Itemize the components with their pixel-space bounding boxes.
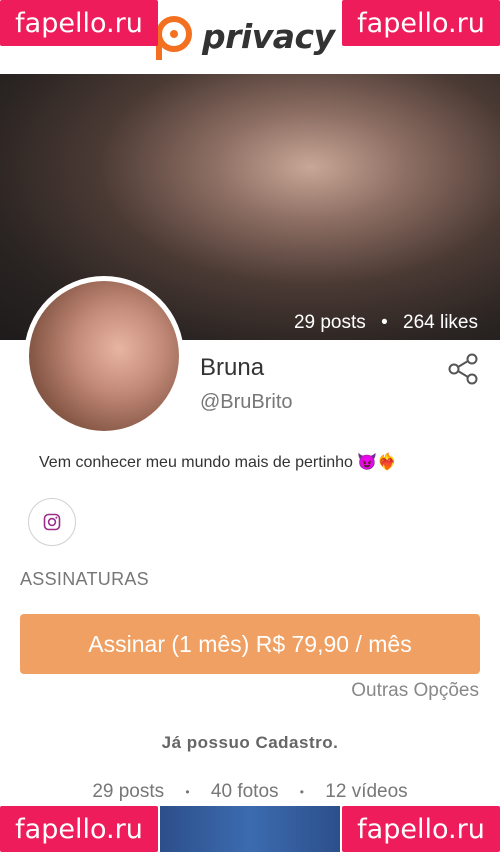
- avatar[interactable]: [24, 276, 184, 436]
- subscriptions-title: ASSINATURAS: [20, 569, 149, 589]
- instagram-link[interactable]: [28, 498, 76, 546]
- watermark-badge: fapello.ru: [342, 806, 500, 852]
- share-icon[interactable]: [446, 352, 480, 386]
- other-options-link[interactable]: Outras Opções: [351, 680, 479, 702]
- instagram-icon: [43, 513, 61, 531]
- cover-posts-count: 29 posts: [293, 312, 366, 333]
- posts-count[interactable]: 29 posts: [92, 781, 164, 802]
- watermark-badge: fapello.ru: [0, 806, 158, 852]
- media-tab-strip: [160, 806, 340, 852]
- privacy-logo[interactable]: privacy: [150, 10, 335, 62]
- profile-handle: @BruBrito: [200, 391, 293, 413]
- watermark-badge: fapello.ru: [0, 0, 158, 46]
- login-link[interactable]: Já possuo Cadastro.: [0, 733, 500, 753]
- profile-name: Bruna: [200, 354, 265, 381]
- media-counts: 29 posts • 40 fotos • 12 vídeos: [0, 781, 500, 803]
- videos-count[interactable]: 12 vídeos: [325, 781, 407, 802]
- avatar-image: [29, 281, 179, 431]
- profile-bio: Vem conhecer meu mundo mais de pertinho …: [39, 454, 398, 471]
- stats-separator: •: [381, 312, 388, 333]
- cover-stats: 29 posts • 264 likes: [294, 312, 478, 334]
- photos-count[interactable]: 40 fotos: [211, 781, 279, 802]
- cover-likes-count: 264 likes: [403, 312, 478, 333]
- watermark-badge: fapello.ru: [342, 0, 500, 46]
- subscribe-button[interactable]: Assinar (1 mês) R$ 79,90 / mês: [20, 614, 480, 674]
- counts-separator: •: [185, 784, 190, 799]
- counts-separator: •: [299, 784, 304, 799]
- privacy-logo-text: privacy: [202, 16, 335, 56]
